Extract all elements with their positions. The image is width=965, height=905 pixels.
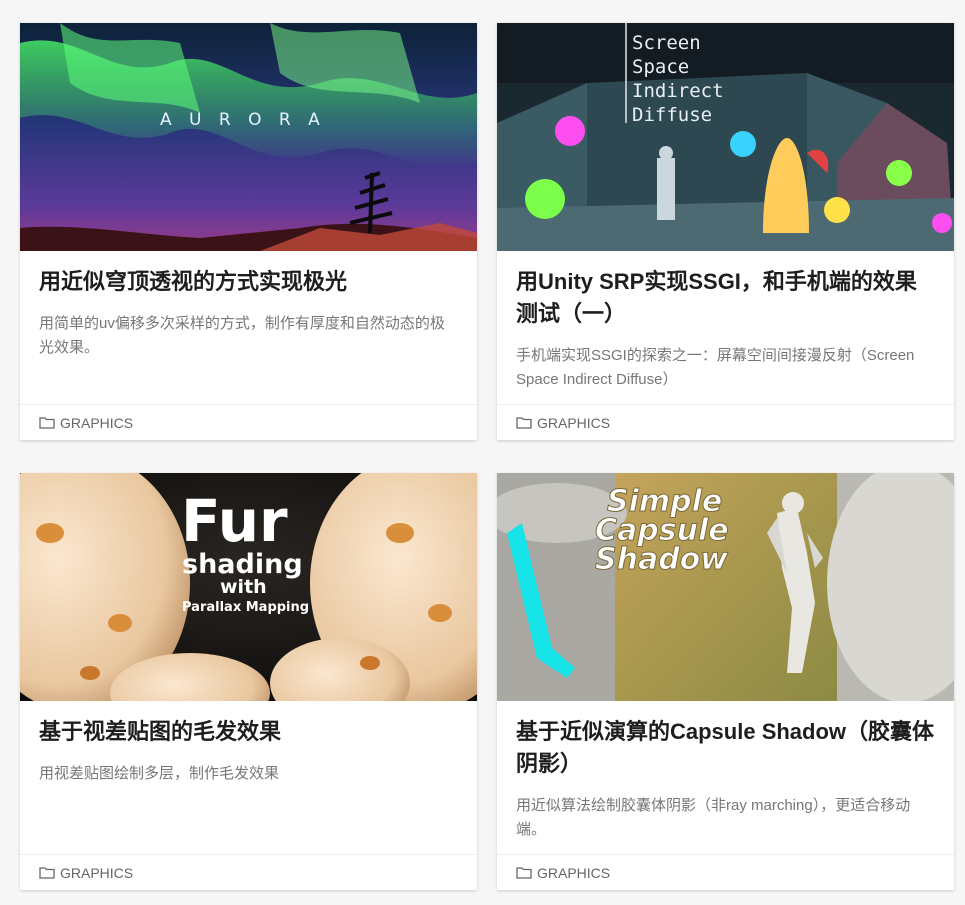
post-excerpt: 手机端实现SSGI的探索之一：屏幕空间间接漫反射（Screen Space In… — [516, 347, 915, 388]
folder-icon — [39, 867, 55, 879]
category-label: GRAPHICS — [537, 414, 611, 431]
category-link[interactable]: GRAPHICS — [39, 865, 133, 881]
category-link[interactable]: GRAPHICS — [516, 865, 610, 881]
category-label: GRAPHICS — [60, 414, 134, 431]
thumbnail-overlay-text: with — [220, 576, 267, 598]
thumbnail-overlay-text: Shadow — [595, 542, 728, 577]
post-title[interactable]: 用近似穹顶透视的方式实现极光 — [39, 266, 461, 298]
post-thumbnail-aurora[interactable]: A U R O R A — [20, 23, 477, 251]
category-label: GRAPHICS — [537, 864, 611, 881]
post-excerpt: 用简单的uv偏移多次采样的方式，制作有厚度和自然动态的极光效果。 — [39, 315, 445, 356]
post-card: A U R O R A 用近似穹顶透视的方式实现极光 用简单的uv偏移多次采样的… — [20, 23, 477, 440]
post-card: Simple Capsule Shadow 基于近似演算的Capsule Sha… — [497, 473, 954, 890]
thumbnail-overlay-text: Indirect — [632, 80, 724, 102]
post-excerpt: 用近似算法绘制胶囊体阴影（非ray marching），更适合移动端。 — [516, 797, 911, 838]
post-excerpt: 用视差贴图绘制多层，制作毛发效果 — [39, 765, 280, 782]
folder-icon — [516, 417, 532, 429]
post-thumbnail-ssgi[interactable]: Screen Space Indirect Diffuse — [497, 23, 954, 251]
category-label: GRAPHICS — [60, 864, 134, 881]
thumbnail-overlay-text: Diffuse — [632, 104, 712, 126]
post-card: Fur shading with Parallax Mapping 基于视差贴图… — [20, 473, 477, 890]
thumbnail-overlay-text: A U R O R A — [160, 110, 326, 130]
thumbnail-overlay-text: Fur — [181, 487, 288, 555]
category-link[interactable]: GRAPHICS — [516, 415, 610, 431]
folder-icon — [39, 417, 55, 429]
post-thumbnail-fur[interactable]: Fur shading with Parallax Mapping — [20, 473, 477, 701]
post-thumbnail-capsule-shadow[interactable]: Simple Capsule Shadow — [497, 473, 954, 701]
thumbnail-overlay-text: Screen — [632, 32, 701, 54]
post-meta: GRAPHICS — [497, 854, 954, 890]
post-title[interactable]: 基于视差贴图的毛发效果 — [39, 716, 461, 748]
thumbnail-overlay-text: Space — [632, 56, 689, 78]
folder-icon — [516, 867, 532, 879]
post-meta: GRAPHICS — [20, 854, 477, 890]
post-card: Screen Space Indirect Diffuse 用Unity SRP… — [497, 23, 954, 440]
category-link[interactable]: GRAPHICS — [39, 415, 133, 431]
post-title[interactable]: 用Unity SRP实现SSGI，和手机端的效果测试（一） — [516, 266, 938, 330]
thumbnail-overlay-text: Parallax Mapping — [182, 600, 309, 615]
post-meta: GRAPHICS — [20, 404, 477, 440]
post-meta: GRAPHICS — [497, 404, 954, 440]
post-title[interactable]: 基于近似演算的Capsule Shadow（胶囊体阴影） — [516, 716, 938, 780]
